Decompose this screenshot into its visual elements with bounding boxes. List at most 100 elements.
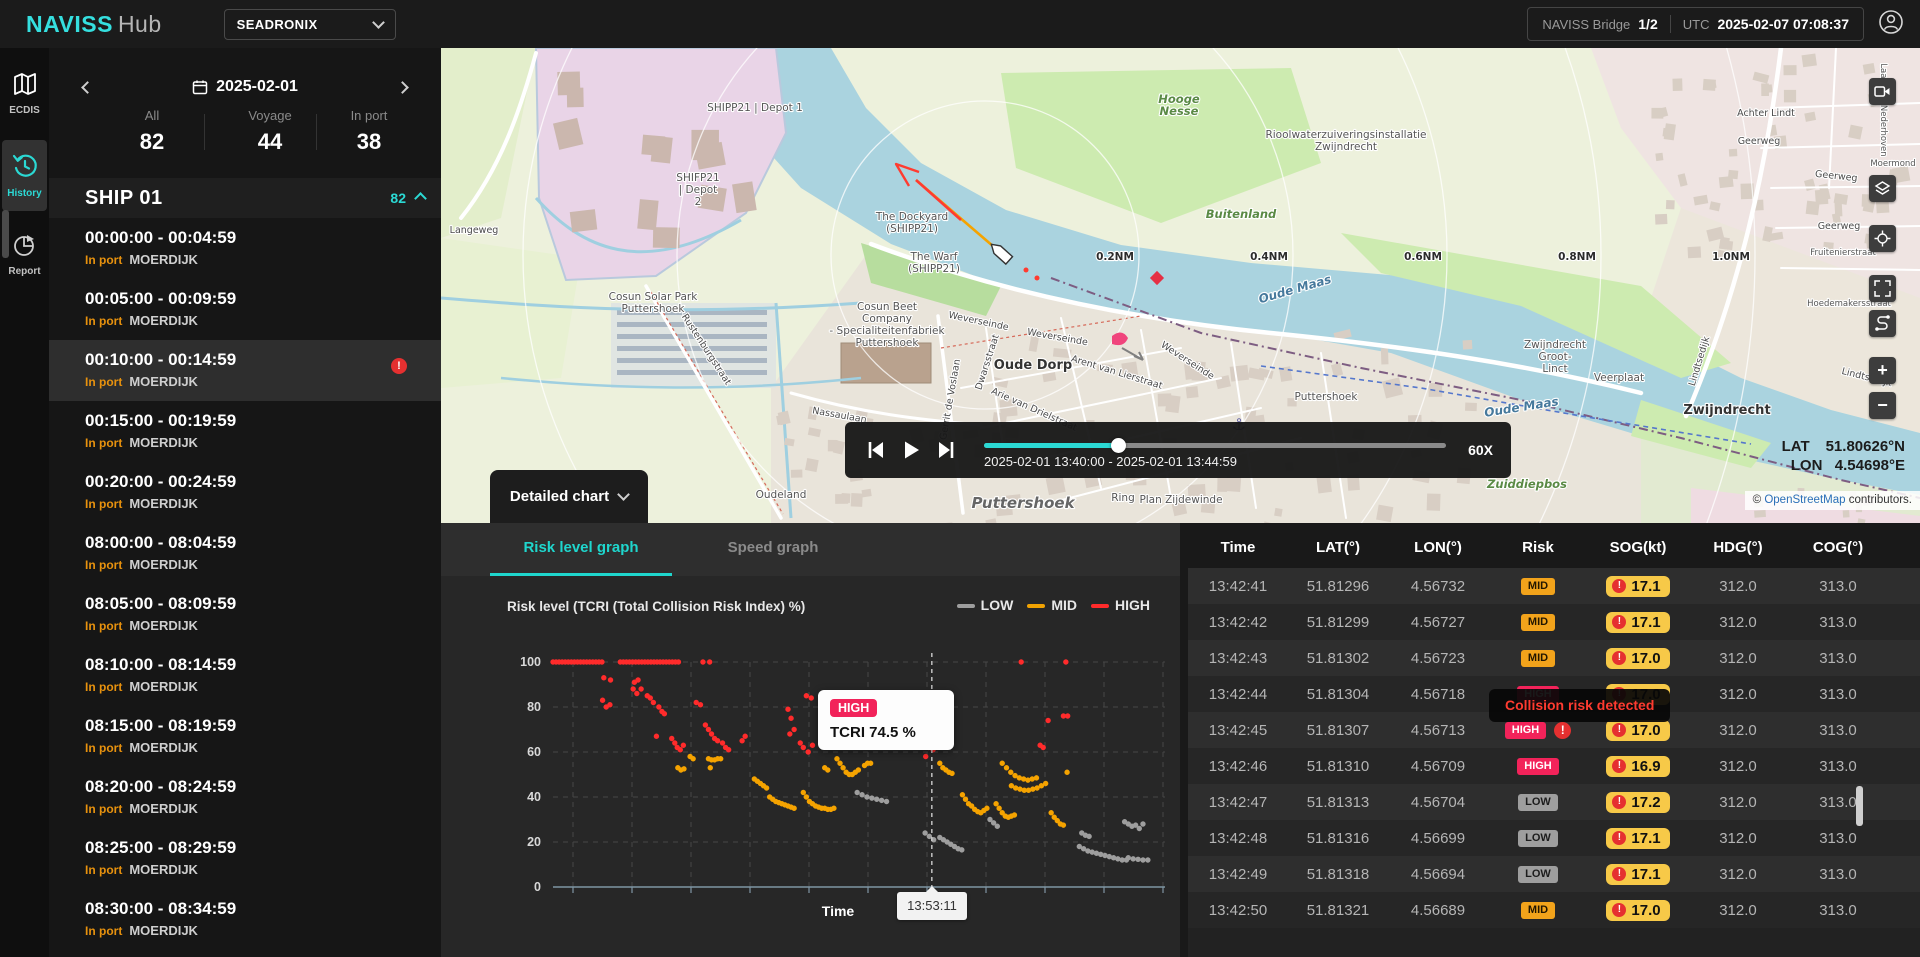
next-date-button[interactable] <box>396 81 409 94</box>
cell-lon: 4.56727 <box>1388 614 1488 631</box>
voyage-list-item[interactable]: 00:20:00 - 00:24:59 In portMOERDIJK <box>49 462 441 523</box>
calendar-icon <box>192 79 208 95</box>
detailed-chart-dropdown[interactable]: Detailed chart <box>490 470 648 523</box>
cell-lon: 4.56723 <box>1388 650 1488 667</box>
tab-risk-level-graph[interactable]: Risk level graph <box>490 523 672 576</box>
risk-scatter-chart[interactable]: 020406080100 <box>441 623 1180 943</box>
voyage-list-item[interactable]: 00:15:00 - 00:19:59 In portMOERDIJK <box>49 401 441 462</box>
ship-group-header[interactable]: SHIP 01 82 <box>49 178 441 218</box>
range-ring-label: 0.2NM <box>1096 251 1134 263</box>
cell-cog: 313.0 <box>1788 614 1888 631</box>
route-icon <box>1874 315 1891 332</box>
cell-lon: 4.56718 <box>1388 686 1488 703</box>
map-label: Ring <box>1111 492 1135 504</box>
sog-badge: !17.0 <box>1606 900 1669 921</box>
stat-all: All 82 <box>102 108 202 155</box>
nav-rail: ECDIS History Report <box>0 48 49 957</box>
risk-badge: MID <box>1521 578 1555 595</box>
voyage-list-item[interactable]: 08:30:00 - 08:34:59 In portMOERDIJK <box>49 889 441 950</box>
voyage-list-item[interactable]: 00:10:00 - 00:14:59 In portMOERDIJK! <box>49 340 441 401</box>
playback-slider[interactable] <box>984 443 1446 448</box>
cell-hdg: 312.0 <box>1688 614 1788 631</box>
cell-cog: 313.0 <box>1788 830 1888 847</box>
camera-button[interactable] <box>1869 78 1896 105</box>
voyage-list-item[interactable]: 08:05:00 - 08:09:59 In portMOERDIJK <box>49 584 441 645</box>
table-row[interactable]: 13:42:42 51.81299 4.56727 MID !17.1 312.… <box>1188 604 1920 640</box>
pie-chart-icon <box>12 232 38 258</box>
voyage-status: In port <box>85 802 122 816</box>
cursor-time-box: 13:53:11 <box>897 892 967 920</box>
voyage-list-item[interactable]: 08:20:00 - 08:24:59 In portMOERDIJK <box>49 767 441 828</box>
voyage-status: In port <box>85 497 122 511</box>
voyage-list-item[interactable]: 00:00:00 - 00:04:59 In portMOERDIJK <box>49 218 441 279</box>
zoom-out-button[interactable]: − <box>1869 392 1896 419</box>
fullscreen-button[interactable] <box>1869 275 1896 302</box>
risk-badge: LOW <box>1518 866 1558 883</box>
table-row[interactable]: 13:42:48 51.81316 4.56699 LOW !17.1 312.… <box>1188 820 1920 856</box>
legend-item-low: LOW <box>957 597 1014 613</box>
map-label: Oude Dorp <box>994 358 1072 373</box>
collision-alert-icon[interactable]: ! <box>1554 722 1571 739</box>
risk-badge: MID <box>1521 614 1555 631</box>
table-row[interactable]: 13:42:41 51.81296 4.56732 MID !17.1 312.… <box>1188 568 1920 604</box>
voyage-list-item[interactable]: 08:15:00 - 08:19:59 In portMOERDIJK <box>49 706 441 767</box>
voyage-status: In port <box>85 863 122 877</box>
playback-progress <box>984 443 1118 448</box>
table-row[interactable]: 13:42:47 51.81313 4.56704 LOW !17.2 312.… <box>1188 784 1920 820</box>
table-row[interactable]: 13:42:46 51.81310 4.56709 HIGH !16.9 312… <box>1188 748 1920 784</box>
risk-level-badge: HIGH <box>830 699 877 717</box>
cell-risk: MID <box>1488 650 1588 667</box>
tab-speed-graph[interactable]: Speed graph <box>703 523 843 573</box>
voyage-list-item[interactable]: 08:25:00 - 08:29:59 In portMOERDIJK <box>49 828 441 889</box>
table-column-header: Time <box>1188 539 1288 556</box>
table-row[interactable]: 13:42:43 51.81302 4.56723 MID !17.0 312.… <box>1188 640 1920 676</box>
cell-hdg: 312.0 <box>1688 722 1788 739</box>
cell-risk: LOW <box>1488 830 1588 847</box>
voyage-port: MOERDIJK <box>129 618 198 633</box>
sog-alert-icon: ! <box>1612 903 1626 917</box>
sog-alert-icon: ! <box>1612 615 1626 629</box>
table-row[interactable]: 13:42:50 51.81321 4.56689 MID !17.0 312.… <box>1188 892 1920 928</box>
bridge-value: 1/2 <box>1638 16 1657 32</box>
center-target-button[interactable] <box>1869 225 1896 252</box>
osm-link[interactable]: OpenStreetMap <box>1764 494 1845 506</box>
rail-scrollbar[interactable] <box>2 210 9 258</box>
risk-badge: LOW <box>1518 830 1558 847</box>
voyage-time-range: 00:00:00 - 00:04:59 <box>85 228 441 248</box>
chart-title: Risk level (TCRI (Total Collision Risk I… <box>507 599 805 614</box>
voyage-time-range: 00:10:00 - 00:14:59 <box>85 350 441 370</box>
table-row[interactable]: 13:42:49 51.81318 4.56694 LOW !17.1 312.… <box>1188 856 1920 892</box>
cell-lon: 4.56732 <box>1388 578 1488 595</box>
org-selector[interactable]: SEADRONIX <box>224 9 396 40</box>
layers-button[interactable] <box>1869 175 1896 202</box>
play-button[interactable] <box>898 437 924 463</box>
sidebar-item-history[interactable]: History <box>2 140 47 211</box>
playback-speed[interactable]: 60X <box>1468 442 1493 458</box>
voyage-port: MOERDIJK <box>129 862 198 877</box>
voyage-list-item[interactable]: 08:00:00 - 08:04:59 In portMOERDIJK <box>49 523 441 584</box>
cell-sog: !17.2 <box>1588 791 1688 813</box>
map-label: Puttershoek <box>971 494 1075 512</box>
cell-lat: 51.81304 <box>1288 686 1388 703</box>
legend-item-high: HIGH <box>1091 597 1150 613</box>
skip-forward-button[interactable] <box>933 437 959 463</box>
zoom-in-button[interactable]: + <box>1869 357 1896 384</box>
cell-sog: !17.0 <box>1588 719 1688 741</box>
voyage-list-item[interactable]: 00:05:00 - 00:09:59 In portMOERDIJK <box>49 279 441 340</box>
date-display[interactable]: 2025-02-01 <box>192 78 298 96</box>
table-scrollbar[interactable] <box>1856 786 1863 826</box>
table-column-header: LON(°) <box>1388 539 1488 556</box>
lat-label: LAT <box>1782 437 1826 456</box>
sidebar-item-ecdis[interactable]: ECDIS <box>2 65 47 122</box>
voyage-list-item[interactable]: 08:10:00 - 08:14:59 In portMOERDIJK <box>49 645 441 706</box>
stat-voyage: Voyage 44 <box>220 108 320 155</box>
playback-knob[interactable] <box>1111 438 1126 453</box>
map-view[interactable]: ⚓ Oude DorpZwijndrechtPuttershoekPutters… <box>441 48 1920 527</box>
cell-time: 13:42:41 <box>1188 578 1288 595</box>
skip-back-button[interactable] <box>863 437 889 463</box>
route-button[interactable] <box>1869 310 1896 337</box>
prev-date-button[interactable] <box>81 81 94 94</box>
cell-cog: 313.0 <box>1788 578 1888 595</box>
voyage-alert-icon: ! <box>391 358 407 374</box>
account-button[interactable] <box>1878 9 1904 40</box>
